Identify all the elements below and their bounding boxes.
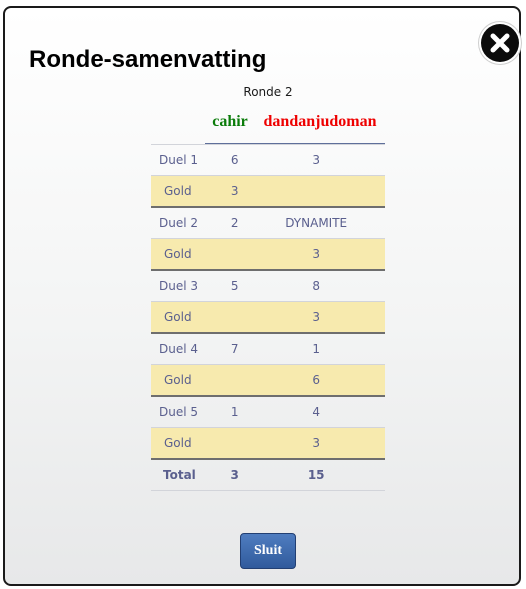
gold-row: Gold 3 bbox=[151, 175, 385, 208]
player-1-score: 7 bbox=[221, 333, 248, 365]
duel-row: Duel 3 5 8 bbox=[151, 270, 385, 302]
row-label: Gold bbox=[151, 175, 222, 208]
row-label: Duel 5 bbox=[151, 396, 222, 428]
total-row: Total 3 15 bbox=[151, 459, 385, 491]
player-2-score: 3 bbox=[247, 144, 385, 176]
duel-row: Duel 4 7 1 bbox=[151, 333, 385, 365]
player-1-total: 3 bbox=[221, 459, 248, 491]
player-2-score: 4 bbox=[247, 396, 385, 428]
total-label: Total bbox=[151, 459, 222, 491]
player-1-score: 6 bbox=[221, 144, 248, 176]
duel-row: Duel 5 1 4 bbox=[151, 396, 385, 428]
player-1-score bbox=[221, 301, 248, 334]
row-label: Gold bbox=[151, 427, 222, 460]
duel-row: Duel 1 6 3 bbox=[151, 144, 385, 176]
dialog-title: Ronde-samenvatting bbox=[29, 46, 267, 73]
player-2-name: dandanjudoman bbox=[263, 113, 377, 130]
player-1-score bbox=[221, 364, 248, 397]
player-2-score: 3 bbox=[247, 238, 385, 271]
player-1-score bbox=[221, 238, 248, 271]
player-1-name: cahir bbox=[212, 113, 248, 130]
player-2-score: DYNAMITE bbox=[247, 207, 385, 239]
gold-row: Gold 3 bbox=[151, 238, 385, 271]
player-2-score: 6 bbox=[247, 364, 385, 397]
player-1-score: 1 bbox=[221, 396, 248, 428]
player-1-score bbox=[221, 427, 248, 460]
close-dialog-button[interactable]: Sluit bbox=[240, 533, 296, 569]
player-1-score: 3 bbox=[221, 175, 248, 208]
row-label: Gold bbox=[151, 364, 222, 397]
round-summary-dialog: Ronde-samenvatting Ronde 2 cahir dandanj… bbox=[3, 6, 521, 586]
row-label: Duel 3 bbox=[151, 270, 222, 302]
score-table: Duel 1 6 3 Gold 3 Duel 2 2 DYNAMITE Gold… bbox=[151, 144, 385, 491]
duel-row: Duel 2 2 DYNAMITE bbox=[151, 207, 385, 239]
player-2-score: 1 bbox=[247, 333, 385, 365]
gold-row: Gold 6 bbox=[151, 364, 385, 397]
round-label: Ronde 2 bbox=[243, 85, 293, 99]
player-2-score: 3 bbox=[247, 427, 385, 460]
close-button[interactable] bbox=[481, 24, 519, 62]
player-2-score: 8 bbox=[247, 270, 385, 302]
row-label: Gold bbox=[151, 301, 222, 334]
close-icon bbox=[490, 33, 510, 53]
row-label: Gold bbox=[151, 238, 222, 271]
row-label: Duel 2 bbox=[151, 207, 222, 239]
player-2-score bbox=[247, 175, 385, 208]
row-label: Duel 1 bbox=[151, 144, 222, 176]
row-label: Duel 4 bbox=[151, 333, 222, 365]
player-2-score: 3 bbox=[247, 301, 385, 334]
player-1-score: 2 bbox=[221, 207, 248, 239]
gold-row: Gold 3 bbox=[151, 301, 385, 334]
player-1-score: 5 bbox=[221, 270, 248, 302]
player-2-total: 15 bbox=[247, 459, 385, 491]
gold-row: Gold 3 bbox=[151, 427, 385, 460]
